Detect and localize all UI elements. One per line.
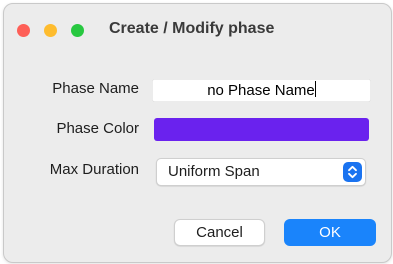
cancel-button[interactable]: Cancel (174, 219, 265, 246)
phase-name-value: no Phase Name (207, 82, 315, 99)
phase-color-well[interactable] (154, 118, 369, 141)
phase-name-input[interactable]: no Phase Name (152, 79, 371, 102)
ok-button[interactable]: OK (284, 219, 376, 246)
max-duration-select[interactable]: Uniform Span (156, 158, 366, 186)
text-cursor (314, 81, 316, 97)
dialog-title: Create / Modify phase (109, 20, 275, 37)
phase-color-label: Phase Color (56, 120, 139, 137)
minimize-window-button[interactable] (44, 24, 57, 37)
close-window-button[interactable] (17, 24, 30, 37)
create-modify-phase-dialog: Create / Modify phase Phase Name no Phas… (3, 3, 392, 263)
zoom-window-button[interactable] (71, 24, 84, 37)
max-duration-selected-value: Uniform Span (168, 163, 260, 180)
phase-name-label: Phase Name (52, 80, 139, 97)
max-duration-label: Max Duration (49, 161, 139, 178)
title-bar: Create / Modify phase (4, 4, 391, 54)
up-down-chevron-icon (343, 162, 362, 182)
